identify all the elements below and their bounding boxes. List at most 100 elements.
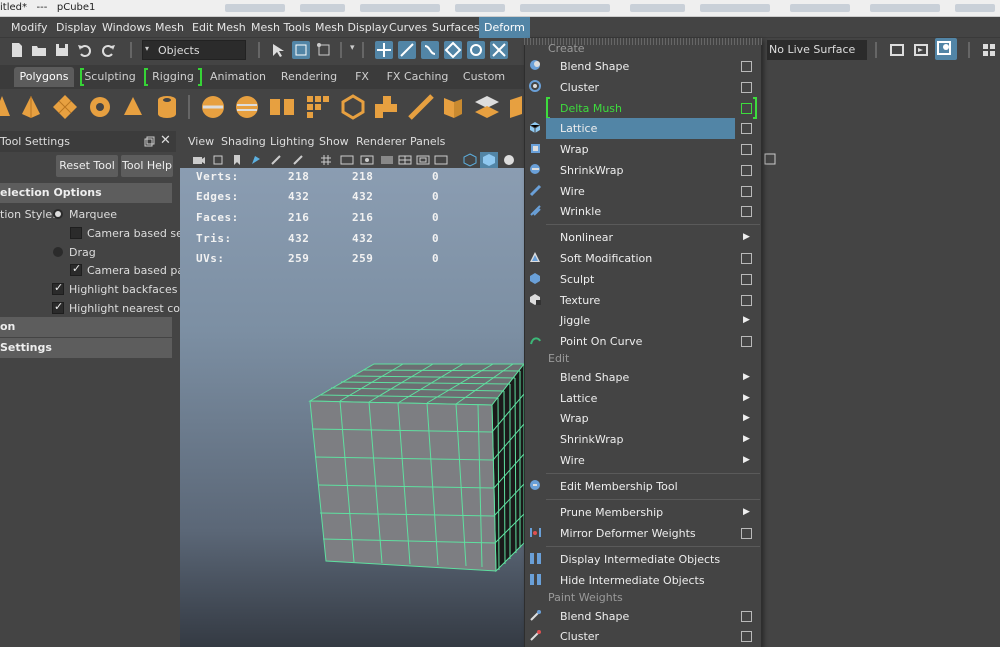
select-by-hierarchy-icon[interactable] [270, 41, 288, 59]
menu-mesh[interactable]: Mesh [155, 17, 184, 38]
viewport-menu-renderer[interactable]: Renderer [356, 135, 406, 148]
snap-to-view-plane-icon[interactable] [444, 41, 462, 59]
mirror-icon[interactable] [268, 94, 296, 120]
viewport-menu-shading[interactable]: Shading [221, 135, 266, 148]
tab-animation[interactable]: Animation [207, 67, 269, 87]
boolean-icon[interactable] [472, 94, 502, 120]
2d-pan-zoom-icon[interactable] [270, 154, 282, 166]
separate-icon[interactable] [234, 94, 260, 120]
section-on[interactable]: on [0, 317, 172, 337]
option-box-icon[interactable] [741, 103, 752, 114]
menu-windows[interactable]: Windows [102, 17, 151, 38]
grid-icon[interactable] [320, 154, 332, 166]
plane-icon[interactable] [52, 94, 78, 120]
menu-item-edit-lattice[interactable]: Lattice ▶ [546, 388, 759, 409]
show-hide-panel-icon[interactable] [935, 38, 957, 60]
camera-based-selection-checkbox[interactable] [70, 227, 82, 239]
reset-tool-button[interactable]: Reset Tool [56, 155, 118, 177]
option-box-icon[interactable] [741, 611, 752, 622]
new-scene-icon[interactable] [8, 41, 26, 59]
menu-deform[interactable]: Deform [479, 17, 530, 38]
camera-based-paint-checkbox[interactable] [70, 262, 82, 276]
section-selection-options[interactable]: election Options [0, 183, 172, 203]
pipe-icon[interactable] [156, 94, 178, 120]
append-icon[interactable] [508, 94, 524, 120]
tab-fx-caching[interactable]: FX Caching [385, 67, 450, 87]
reduce-icon[interactable] [340, 94, 366, 120]
save-scene-icon[interactable] [53, 41, 71, 59]
menu-item-wire[interactable]: Wire [546, 181, 759, 202]
menu-item-edit-blend-shape[interactable]: Blend Shape ▶ [546, 367, 759, 388]
menu-item-edit-wire[interactable]: Wire ▶ [546, 450, 759, 471]
tab-polygons[interactable]: Polygons [14, 67, 74, 87]
tab-sculpting[interactable]: Sculpting [80, 67, 140, 87]
drag-radio[interactable] [53, 247, 63, 257]
option-box-icon[interactable] [741, 274, 752, 285]
menu-item-prune-membership[interactable]: Prune Membership ▶ [546, 502, 759, 523]
menu-modify[interactable]: Modify [11, 17, 47, 38]
menu-item-cluster[interactable]: Cluster [546, 77, 759, 98]
menu-mesh-display[interactable]: Mesh Display [315, 17, 388, 38]
torus-icon[interactable] [88, 94, 112, 120]
image-plane-icon[interactable] [250, 154, 262, 166]
safe-title-icon[interactable] [434, 154, 448, 166]
option-box-icon[interactable] [741, 61, 752, 72]
menu-item-mirror-deformer-weights[interactable]: Mirror Deformer Weights [546, 523, 759, 544]
camera-attributes-icon[interactable] [212, 154, 224, 166]
option-box-icon[interactable] [741, 295, 752, 306]
tab-custom[interactable]: Custom [458, 67, 510, 87]
pcube-mesh[interactable] [308, 363, 526, 573]
option-box-icon[interactable] [741, 186, 752, 197]
close-icon[interactable]: ✕ [160, 133, 171, 148]
pyramid-icon[interactable] [20, 94, 42, 120]
tab-rigging[interactable]: Rigging [144, 67, 202, 87]
menu-item-edit-wrap[interactable]: Wrap ▶ [546, 408, 759, 429]
viewport-menu-lighting[interactable]: Lighting [270, 135, 314, 148]
extrude-icon[interactable] [373, 94, 399, 120]
float-panel-icon[interactable] [144, 136, 155, 147]
combine-icon[interactable] [200, 94, 226, 120]
option-box-icon[interactable] [741, 631, 752, 642]
menu-item-wrinkle[interactable]: Wrinkle [546, 201, 759, 222]
snap-to-point-icon[interactable] [421, 41, 439, 59]
menu-mesh-tools[interactable]: Mesh Tools [251, 17, 311, 38]
bridge-icon[interactable] [408, 94, 434, 120]
tab-fx[interactable]: FX [347, 67, 377, 87]
redo-icon[interactable] [99, 41, 117, 59]
menu-item-blend-shape[interactable]: Blend Shape [546, 56, 759, 77]
menu-item-point-on-curve[interactable]: Point On Curve [546, 331, 759, 352]
snap-to-surface-icon[interactable] [467, 41, 485, 59]
option-box-icon[interactable] [741, 82, 752, 93]
live-surface-field[interactable]: No Live Surface [767, 40, 867, 60]
highlight-backfaces-checkbox[interactable] [52, 281, 64, 295]
wireframe-icon[interactable] [463, 153, 477, 167]
option-box-icon[interactable] [741, 253, 752, 264]
menu-item-shrinkwrap[interactable]: ShrinkWrap [546, 160, 759, 181]
prism-icon[interactable] [122, 94, 144, 120]
resolution-gate-icon[interactable] [360, 154, 374, 166]
grease-pencil-icon[interactable] [292, 154, 304, 166]
menu-item-paint-blend-shape[interactable]: Blend Shape [546, 606, 759, 627]
menu-item-soft-modification[interactable]: Soft Modification [546, 248, 759, 269]
cone-icon[interactable] [0, 94, 12, 120]
menu-surfaces[interactable]: Surfaces [432, 17, 480, 38]
section-settings[interactable]: Settings [0, 338, 172, 358]
menu-display[interactable]: Display [56, 17, 97, 38]
select-by-object-icon[interactable] [292, 41, 310, 59]
gate-mask-icon[interactable] [380, 154, 394, 166]
menu-item-display-intermediate-objects[interactable]: Display Intermediate Objects [546, 549, 759, 570]
bevel-icon[interactable] [440, 94, 466, 120]
bookmark-icon[interactable] [232, 154, 242, 166]
menu-item-hide-intermediate-objects[interactable]: Hide Intermediate Objects [546, 570, 759, 591]
isolate-select-icon[interactable] [764, 153, 776, 165]
smooth-shade-icon[interactable] [480, 152, 498, 168]
menu-item-edit-shrinkwrap[interactable]: ShrinkWrap ▶ [546, 429, 759, 450]
layout-grid-icon[interactable] [980, 41, 998, 59]
menu-item-sculpt[interactable]: Sculpt [546, 269, 759, 290]
menu-item-delta-mush[interactable]: Delta Mush [546, 98, 759, 119]
menu-item-wrap[interactable]: Wrap [546, 139, 759, 160]
ipr-render-icon[interactable] [912, 41, 930, 59]
wireframe-on-shaded-icon[interactable] [502, 153, 516, 167]
marquee-radio[interactable] [53, 209, 63, 219]
render-frame-icon[interactable] [888, 41, 906, 59]
